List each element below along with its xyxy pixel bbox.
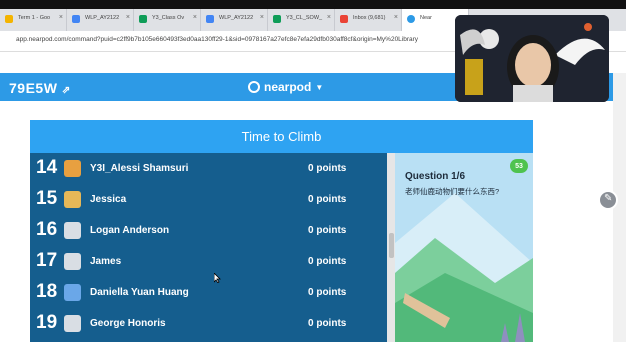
rank: 17 — [36, 250, 58, 271]
mouse-cursor-icon — [213, 270, 222, 288]
leaderboard-scroll-thumb[interactable] — [389, 233, 394, 258]
question-preview-card: 53 Question 1/6 老师仙鹿动物们要什么东西? — [395, 153, 533, 342]
student-name: James — [90, 256, 122, 267]
time-to-climb-panel: Time to Climb 14 Y3I_Alessi Shamsuri 0 p… — [30, 120, 533, 342]
gmail-icon — [340, 15, 348, 23]
tab-label: WLP_AY2122 — [85, 15, 120, 21]
student-points: 0 points — [308, 287, 347, 298]
leaderboard-row: 15 Jessica 0 points — [30, 184, 387, 215]
close-tab-icon[interactable]: × — [260, 14, 264, 21]
google-drive-icon — [5, 15, 13, 23]
penguin-avatar-icon — [64, 222, 81, 239]
close-tab-icon[interactable]: × — [193, 14, 197, 21]
chevron-down-icon[interactable]: ▼ — [315, 83, 323, 92]
student-points: 0 points — [308, 225, 347, 236]
penguin-avatar-icon — [64, 315, 81, 332]
leaderboard-row: 17 James 0 points — [30, 246, 387, 277]
close-tab-icon[interactable]: × — [59, 14, 63, 21]
browser-tab[interactable]: WLP_AY2122 × — [201, 9, 268, 31]
student-points: 0 points — [308, 318, 347, 329]
share-icon[interactable]: ⇗ — [62, 85, 71, 96]
fox-avatar-icon — [64, 160, 81, 177]
student-name: George Honoris — [90, 318, 166, 329]
sheets-icon — [139, 15, 147, 23]
nearpod-icon — [407, 15, 415, 23]
student-name: Y3I_Alessi Shamsuri — [90, 163, 189, 174]
close-tab-icon[interactable]: × — [394, 14, 398, 21]
tab-label: WLP_AY2122 — [219, 15, 254, 21]
student-name: Logan Anderson — [90, 225, 170, 236]
timer-badge: 53 — [510, 159, 528, 173]
tab-label: Y3_Class Ov — [152, 15, 185, 21]
page-scrollbar[interactable] — [613, 73, 626, 342]
leaderboard-row: 18 Daniella Yuan Huang 0 points — [30, 277, 387, 308]
leaderboard-row: 19 George Honoris 0 points — [30, 308, 387, 339]
leaderboard-row: 16 Logan Anderson 0 points — [30, 215, 387, 246]
close-tab-icon[interactable]: × — [327, 14, 331, 21]
sheets-icon — [273, 15, 281, 23]
browser-tab[interactable]: Y3_CL_SOW_ × — [268, 9, 335, 31]
session-code[interactable]: 79E5W ⇗ — [9, 80, 71, 96]
nearpod-logo-icon — [248, 81, 260, 93]
tab-label: Y3_CL_SOW_ — [286, 15, 323, 21]
browser-tab[interactable]: Term 1 - Goo × — [0, 9, 67, 31]
tab-label: Near — [420, 15, 432, 21]
top-frame — [0, 0, 626, 9]
rank: 19 — [36, 312, 58, 333]
leaderboard: 14 Y3I_Alessi Shamsuri 0 points 15 Jessi… — [30, 153, 387, 342]
tab-label: Inbox (9,681) — [353, 15, 386, 21]
activity-title: Time to Climb — [30, 120, 533, 153]
browser-tab[interactable]: Inbox (9,681) × — [335, 9, 402, 31]
close-tab-icon[interactable]: × — [126, 14, 130, 21]
student-points: 0 points — [308, 256, 347, 267]
student-points: 0 points — [308, 194, 347, 205]
rank: 14 — [36, 157, 58, 178]
docs-icon — [72, 15, 80, 23]
session-code-text: 79E5W — [9, 80, 58, 96]
docs-icon — [206, 15, 214, 23]
penguin-avatar-icon — [64, 253, 81, 270]
webcam-video — [455, 15, 609, 102]
student-name: Jessica — [90, 194, 127, 205]
browser-tab[interactable]: WLP_AY2122 × — [67, 9, 134, 31]
monkey-avatar-icon — [64, 191, 81, 208]
student-name: Daniella Yuan Huang — [90, 287, 189, 298]
rank: 18 — [36, 281, 58, 302]
nearpod-logo[interactable]: nearpod ▼ — [248, 80, 323, 94]
pencil-icon: ✎ — [604, 193, 613, 204]
rank: 15 — [36, 188, 58, 209]
brand-name: nearpod — [264, 80, 312, 94]
question-number: Question 1/6 — [405, 171, 466, 182]
rank: 16 — [36, 219, 58, 240]
bird-avatar-icon — [64, 284, 81, 301]
webcam-overlay — [455, 15, 609, 102]
edit-pencil-button[interactable]: ✎ — [598, 190, 618, 210]
student-points: 0 points — [308, 163, 347, 174]
browser-tab[interactable]: Y3_Class Ov × — [134, 9, 201, 31]
tab-label: Term 1 - Goo — [18, 15, 51, 21]
leaderboard-row: 14 Y3I_Alessi Shamsuri 0 points — [30, 153, 387, 184]
url-text[interactable]: app.nearpod.com/command?puid=c2ff9b7b105… — [16, 36, 418, 43]
question-text: 老师仙鹿动物们要什么东西? — [405, 187, 500, 196]
